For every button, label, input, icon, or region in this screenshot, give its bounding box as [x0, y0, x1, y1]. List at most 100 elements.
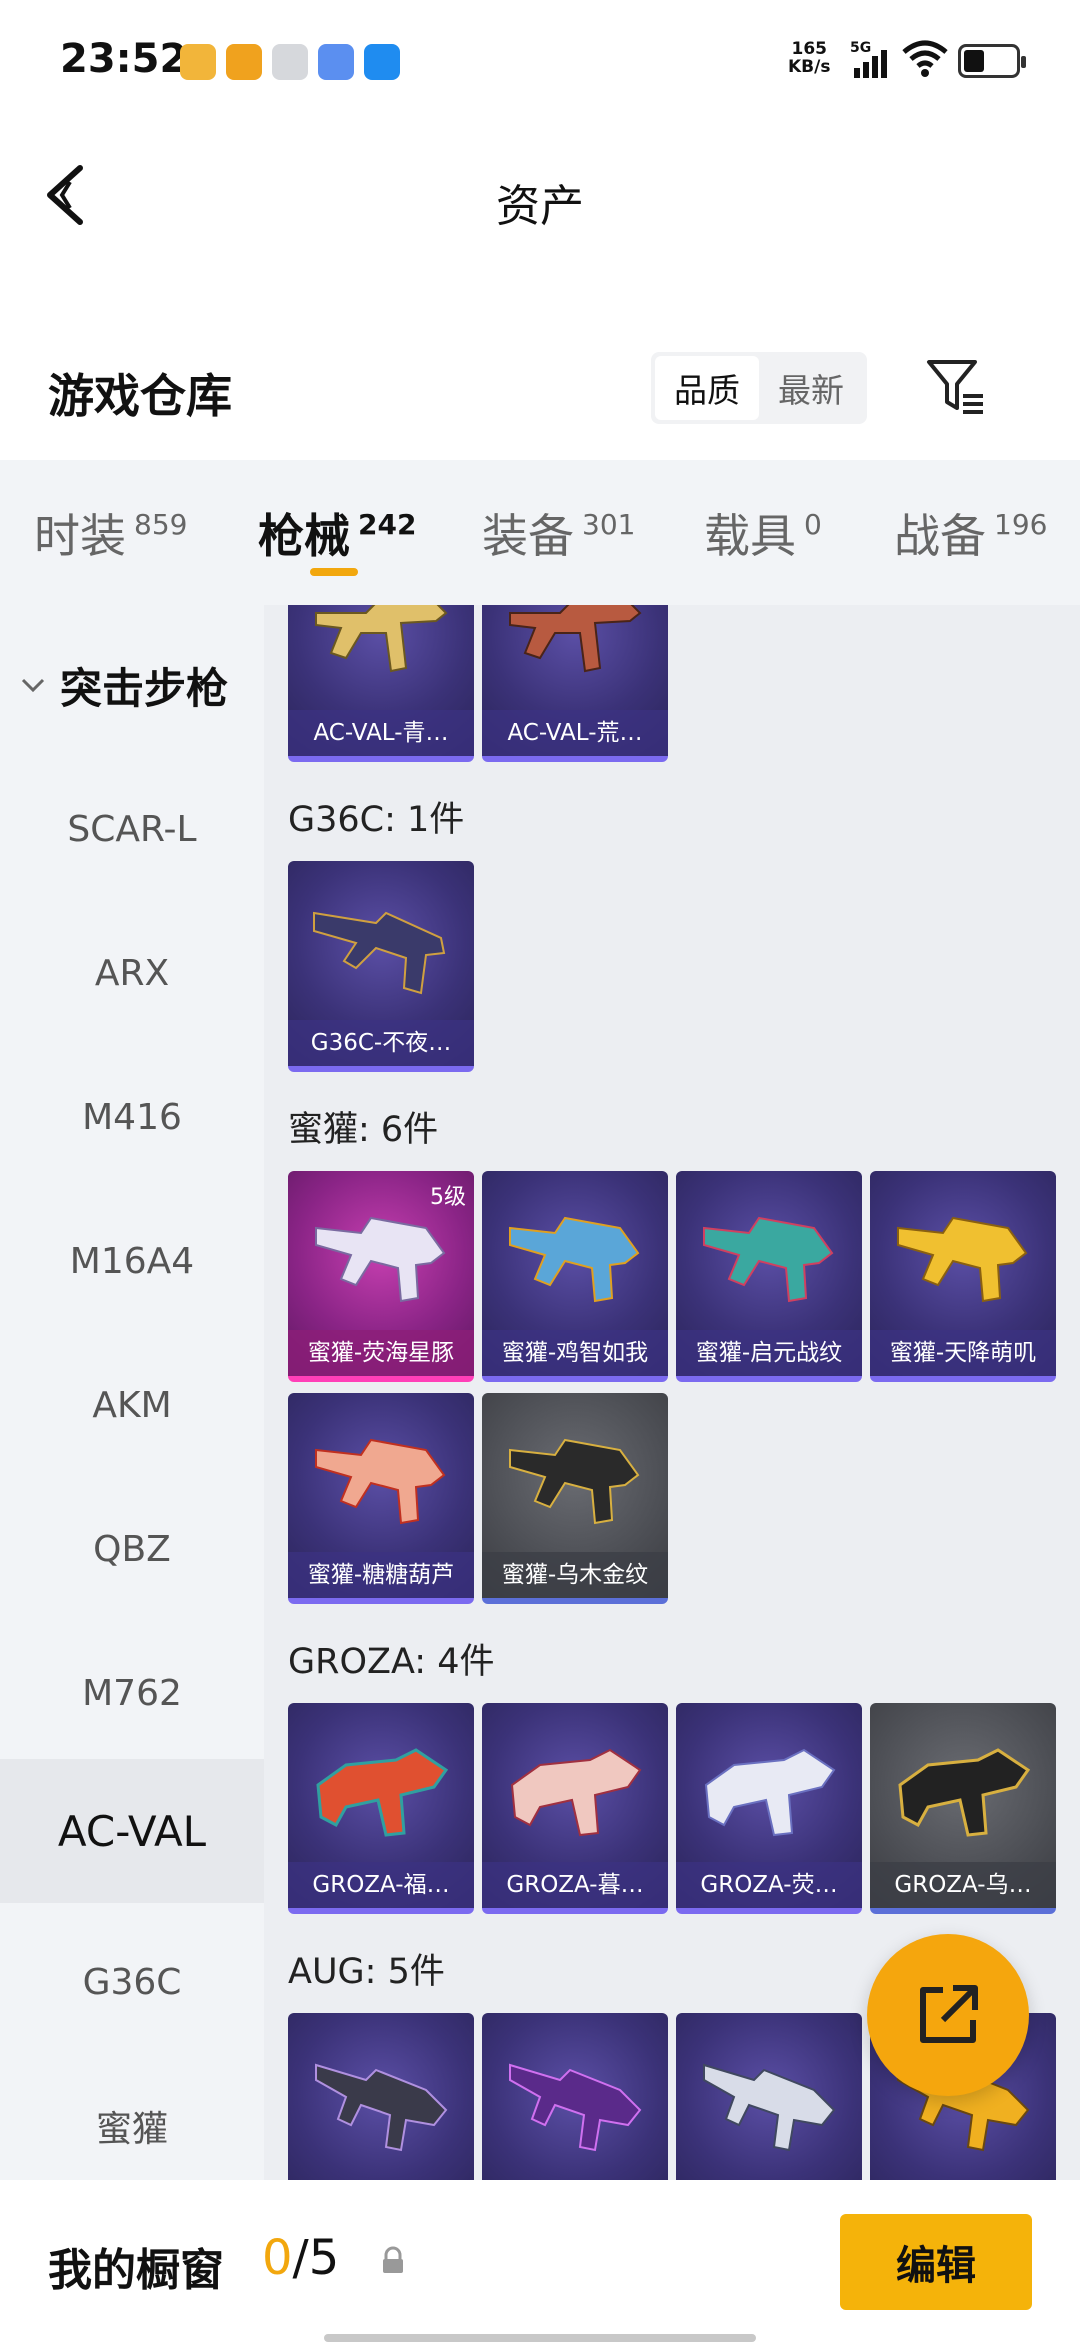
- app-notification-icon: [318, 44, 354, 80]
- sidebar-item-akm[interactable]: AKM: [0, 1333, 264, 1477]
- rifle-icon: [315, 605, 448, 673]
- weapon-name: G36C-不夜…: [288, 1020, 474, 1066]
- sidebar-item-arx[interactable]: ARX: [0, 901, 264, 1045]
- page-title: 资产: [496, 181, 584, 232]
- tab-vehicles[interactable]: 载具 0: [704, 500, 822, 566]
- sidebar-item-scar-l[interactable]: SCAR-L: [0, 757, 264, 901]
- level-badge: 5级: [430, 1185, 466, 1210]
- speed-unit: KB/s: [788, 57, 831, 77]
- active-tab-indicator: [310, 568, 358, 576]
- showcase-count-total: /5: [292, 2230, 340, 2286]
- weapon-name: 蜜獾-乌木金纹: [482, 1552, 668, 1598]
- weapon-card[interactable]: [482, 2013, 668, 2180]
- filter-icon: [927, 360, 983, 414]
- rifle-icon: [315, 2063, 448, 2152]
- settings-notification-icon: [272, 44, 308, 80]
- network-speed: 165 KB/s: [788, 40, 830, 76]
- weapon-card[interactable]: GROZA-乌…: [870, 1703, 1056, 1914]
- rifle-icon: [315, 1438, 446, 1525]
- weapon-name: 蜜獾-荧海星豚: [288, 1330, 474, 1376]
- share-button[interactable]: [867, 1934, 1029, 2096]
- svg-text:5G: 5G: [850, 40, 871, 56]
- status-time: 23:52: [60, 36, 188, 82]
- weapon-name: AC-VAL-荒…: [482, 710, 668, 756]
- weapon-card[interactable]: 蜜獾-启元战纹: [676, 1171, 862, 1382]
- sidebar-item-honey-badger[interactable]: 蜜獾: [0, 2054, 264, 2180]
- lock-icon: [383, 2246, 403, 2273]
- sidebar-item-qbz[interactable]: QBZ: [0, 1477, 264, 1621]
- weapon-card[interactable]: 5级 蜜獾-荧海星豚: [288, 1171, 474, 1382]
- rifle-icon: [703, 2063, 836, 2152]
- edit-button[interactable]: 编辑: [840, 2214, 1032, 2310]
- group-label-groza: GROZA: 4件: [288, 1642, 495, 1682]
- weapon-card[interactable]: GROZA-暮…: [482, 1703, 668, 1914]
- app-notification-icon: [226, 44, 262, 80]
- weapon-name: GROZA-荧…: [676, 1862, 862, 1908]
- sidebar-item-m16a4[interactable]: M16A4: [0, 1189, 264, 1333]
- weapon-card[interactable]: [288, 2013, 474, 2180]
- weapon-name: 蜜獾-糖糖葫芦: [288, 1552, 474, 1598]
- tab-supplies[interactable]: 战备 196: [894, 500, 1047, 566]
- tab-count: 859: [134, 508, 188, 541]
- notification-icons: [180, 44, 400, 80]
- app-notification-icon: [180, 44, 216, 80]
- weapon-name: GROZA-暮…: [482, 1862, 668, 1908]
- rifle-icon: [510, 1748, 642, 1837]
- tab-count: 301: [582, 508, 636, 541]
- rifle-icon: [509, 1438, 640, 1525]
- sidebar-group-assault-rifles[interactable]: 突击步枪: [0, 613, 264, 757]
- showcase-bar: 我的橱窗 0/5 编辑: [0, 2180, 1080, 2344]
- weapon-card[interactable]: AC-VAL-荒…: [482, 605, 668, 762]
- share-icon: [920, 1985, 978, 2043]
- tab-guns[interactable]: 枪械 242: [258, 500, 416, 566]
- weapon-card[interactable]: GROZA-福…: [288, 1703, 474, 1914]
- rifle-icon: [704, 1748, 836, 1837]
- wifi-icon: [900, 38, 950, 82]
- group-label-aug: AUG: 5件: [288, 1952, 445, 1992]
- tab-equipment[interactable]: 装备 301: [482, 500, 635, 566]
- weapon-card[interactable]: 蜜獾-乌木金纹: [482, 1393, 668, 1604]
- tab-count: 242: [358, 508, 417, 541]
- weapon-card[interactable]: GROZA-荧…: [676, 1703, 862, 1914]
- weapon-name: 蜜獾-启元战纹: [676, 1330, 862, 1376]
- category-tabs: 时装 859 枪械 242 装备 301 载具 0 战备 196: [0, 460, 1080, 605]
- sidebar-item-m762[interactable]: M762: [0, 1621, 264, 1765]
- sort-latest-button[interactable]: 最新: [759, 356, 863, 420]
- sort-toggle: 品质 最新: [651, 352, 867, 424]
- weapon-card[interactable]: 蜜獾-天降萌叽: [870, 1171, 1056, 1382]
- sort-quality-button[interactable]: 品质: [655, 356, 759, 420]
- speed-value: 165: [791, 39, 827, 59]
- chevron-down-icon: [21, 678, 45, 693]
- battery-icon: [958, 44, 1026, 78]
- weapon-card[interactable]: AC-VAL-青…: [288, 605, 474, 762]
- group-label-g36c: G36C: 1件: [288, 800, 465, 840]
- filter-button[interactable]: [925, 358, 985, 414]
- home-indicator: [324, 2334, 756, 2342]
- weapon-name: 蜜獾-鸡智如我: [482, 1330, 668, 1376]
- signal-icon: 5G: [850, 40, 894, 84]
- tab-count: 0: [804, 508, 822, 541]
- weapon-name: AC-VAL-青…: [288, 710, 474, 756]
- weapon-name: 蜜獾-天降萌叽: [870, 1330, 1056, 1376]
- rifle-icon: [703, 1216, 834, 1303]
- rifle-icon: [897, 1216, 1028, 1303]
- tab-label: 战备: [894, 509, 986, 563]
- rifle-icon: [316, 1748, 449, 1837]
- weapon-card[interactable]: [676, 2013, 862, 2180]
- sidebar-item-m416[interactable]: M416: [0, 1045, 264, 1189]
- status-bar: 23:52 165 KB/s 5G: [0, 0, 1080, 120]
- rifle-icon: [509, 1216, 640, 1303]
- rifle-icon: [509, 2063, 642, 2152]
- sidebar-item-g36c[interactable]: G36C: [0, 1910, 264, 2054]
- sidebar-item-ac-val[interactable]: AC-VAL: [0, 1759, 264, 1903]
- rifle-icon: [315, 1216, 446, 1303]
- weapon-card[interactable]: G36C-不夜…: [288, 861, 474, 1072]
- weapon-card[interactable]: 蜜獾-糖糖葫芦: [288, 1393, 474, 1604]
- tab-fashion[interactable]: 时装 859: [34, 500, 187, 566]
- group-label-honey-badger: 蜜獾: 6件: [288, 1110, 439, 1150]
- tab-label: 装备: [482, 509, 574, 563]
- showcase-label: 我的橱窗: [48, 2245, 224, 2296]
- rifle-icon: [509, 605, 642, 673]
- tab-label: 枪械: [258, 509, 350, 563]
- weapon-card[interactable]: 蜜獾-鸡智如我: [482, 1171, 668, 1382]
